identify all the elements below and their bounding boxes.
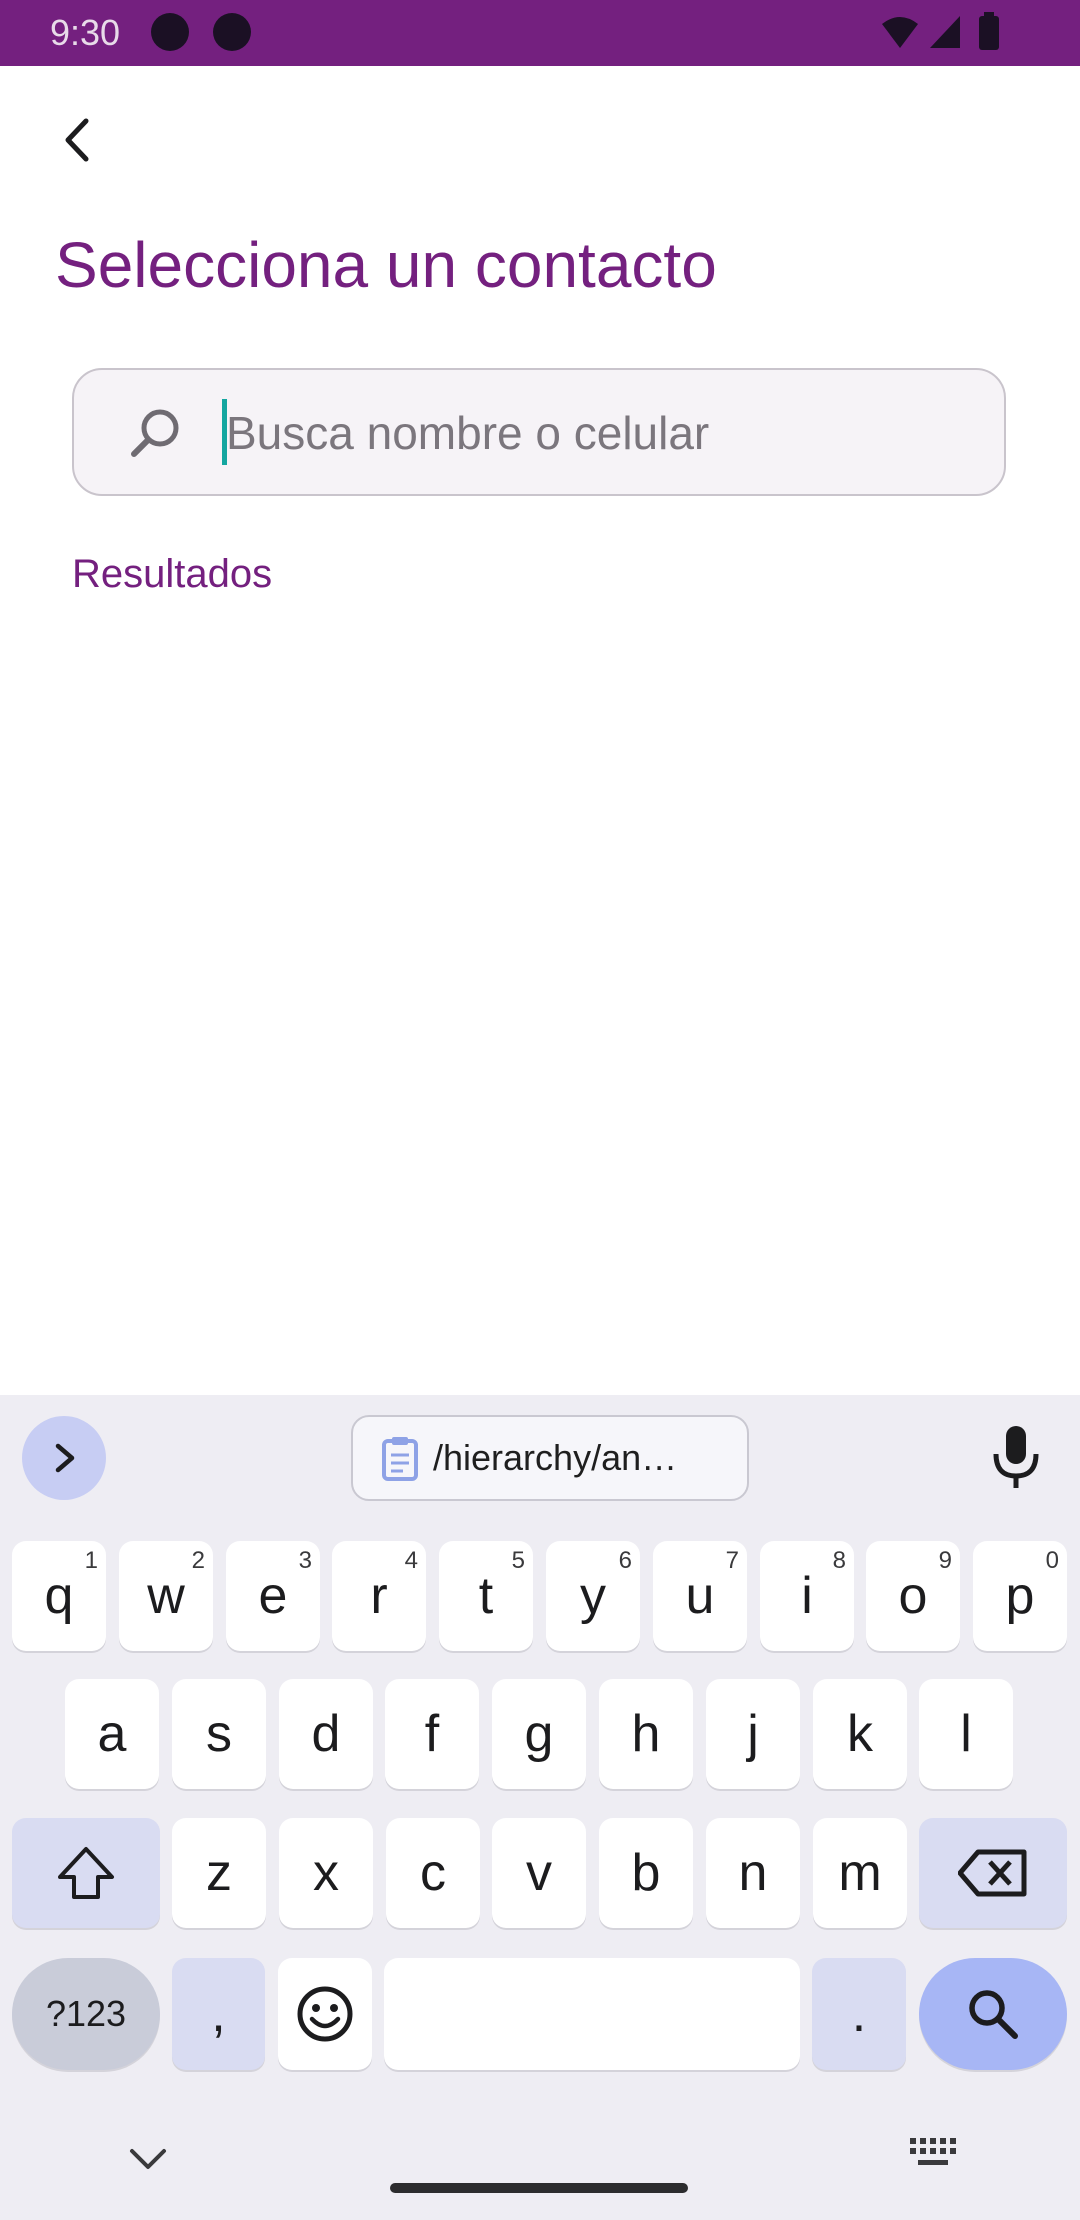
clipboard-suggestion[interactable]: /hierarchy/an… xyxy=(351,1415,749,1501)
key-hint: 1 xyxy=(84,1547,98,1574)
battery-icon xyxy=(979,12,999,50)
key-l[interactable]: l xyxy=(919,1679,1013,1789)
backspace-key[interactable] xyxy=(919,1818,1067,1928)
key-s[interactable]: s xyxy=(172,1679,266,1789)
search-icon xyxy=(131,409,179,457)
key-c[interactable]: c xyxy=(386,1818,480,1928)
emoji-key[interactable] xyxy=(278,1958,372,2070)
key-label: z xyxy=(206,1844,232,1902)
key-label: x xyxy=(313,1844,339,1902)
chevron-left-icon xyxy=(65,118,89,162)
key-w[interactable]: w2 xyxy=(119,1541,213,1651)
comma-key[interactable]: , xyxy=(172,1958,265,2070)
key-label: n xyxy=(738,1844,768,1902)
wifi-icon xyxy=(882,17,918,48)
key-e[interactable]: e3 xyxy=(226,1541,320,1651)
signal-icon xyxy=(930,16,960,48)
emoji-icon xyxy=(297,1986,353,2042)
key-j[interactable]: j xyxy=(706,1679,800,1789)
key-a[interactable]: a xyxy=(65,1679,159,1789)
clipboard-icon xyxy=(382,1437,418,1481)
back-button[interactable] xyxy=(46,108,110,172)
key-k[interactable]: k xyxy=(813,1679,907,1789)
text-cursor xyxy=(222,399,227,465)
key-label: s xyxy=(206,1705,232,1763)
hide-keyboard-icon[interactable] xyxy=(124,2135,172,2183)
search-input[interactable] xyxy=(224,392,988,474)
key-m[interactable]: m xyxy=(813,1818,907,1928)
key-h[interactable]: h xyxy=(599,1679,693,1789)
key-label: c xyxy=(420,1844,446,1902)
key-x[interactable]: x xyxy=(279,1818,373,1928)
backspace-icon xyxy=(958,1849,1027,1897)
key-label: k xyxy=(847,1705,873,1763)
key-label: u xyxy=(685,1567,715,1625)
keyboard-switch-icon[interactable] xyxy=(906,2134,966,2174)
key-v[interactable]: v xyxy=(492,1818,586,1928)
key-label: q xyxy=(44,1567,74,1625)
key-hint: 3 xyxy=(298,1547,312,1574)
period-key[interactable]: . xyxy=(812,1958,906,2070)
key-p[interactable]: p0 xyxy=(973,1541,1067,1651)
key-label: m xyxy=(838,1844,882,1902)
key-n[interactable]: n xyxy=(706,1818,800,1928)
key-hint: 6 xyxy=(618,1547,632,1574)
key-hint: 9 xyxy=(938,1547,952,1574)
shift-icon xyxy=(58,1847,114,1899)
search-key-icon xyxy=(969,1990,1018,2039)
shift-key[interactable] xyxy=(12,1818,160,1928)
key-label: a xyxy=(97,1705,127,1763)
key-hint: 0 xyxy=(1045,1547,1059,1574)
notification-app-icon xyxy=(151,13,189,51)
key-hint: 2 xyxy=(191,1547,205,1574)
page-title: Selecciona un contacto xyxy=(55,229,717,301)
key-y[interactable]: y6 xyxy=(546,1541,640,1651)
key-label: j xyxy=(747,1705,759,1763)
key-b[interactable]: b xyxy=(599,1818,693,1928)
key-q[interactable]: q1 xyxy=(12,1541,106,1651)
key-label: b xyxy=(631,1844,661,1902)
key-hint: 5 xyxy=(511,1547,525,1574)
key-label: d xyxy=(311,1705,341,1763)
key-label: t xyxy=(478,1567,494,1625)
key-g[interactable]: g xyxy=(492,1679,586,1789)
key-label: e xyxy=(258,1567,288,1625)
key-f[interactable]: f xyxy=(385,1679,479,1789)
symbols-key[interactable]: ?123 xyxy=(12,1958,160,2070)
key-z[interactable]: z xyxy=(172,1818,266,1928)
keyboard xyxy=(0,1395,1080,2220)
key-i[interactable]: i8 xyxy=(760,1541,854,1651)
key-label: l xyxy=(960,1705,972,1763)
keyboard-expand-button[interactable] xyxy=(22,1416,106,1500)
home-indicator[interactable] xyxy=(390,2183,688,2193)
key-label: o xyxy=(898,1567,928,1625)
key-o[interactable]: o9 xyxy=(866,1541,960,1651)
key-d[interactable]: d xyxy=(279,1679,373,1789)
key-hint: 8 xyxy=(832,1547,846,1574)
key-label: r xyxy=(370,1567,388,1625)
key-label: h xyxy=(631,1705,661,1763)
key-r[interactable]: r4 xyxy=(332,1541,426,1651)
clipboard-text: /hierarchy/an… xyxy=(433,1437,678,1478)
key-label: v xyxy=(526,1844,552,1902)
notification-robot-icon xyxy=(213,13,251,51)
key-label: w xyxy=(147,1567,185,1625)
search-key[interactable] xyxy=(919,1958,1067,2070)
key-u[interactable]: u7 xyxy=(653,1541,747,1651)
space-key[interactable] xyxy=(384,1958,800,2070)
key-label: g xyxy=(524,1705,554,1763)
key-label: p xyxy=(1005,1567,1035,1625)
chevron-right-icon xyxy=(55,1443,75,1473)
key-label: i xyxy=(801,1567,813,1625)
key-hint: 7 xyxy=(725,1547,739,1574)
key-label: y xyxy=(580,1567,606,1625)
key-label: f xyxy=(424,1705,440,1763)
key-hint: 4 xyxy=(404,1547,418,1574)
key-t[interactable]: t5 xyxy=(439,1541,533,1651)
microphone-icon[interactable] xyxy=(984,1422,1048,1492)
results-heading: Resultados xyxy=(72,552,273,596)
status-time: 9:30 xyxy=(50,12,121,53)
